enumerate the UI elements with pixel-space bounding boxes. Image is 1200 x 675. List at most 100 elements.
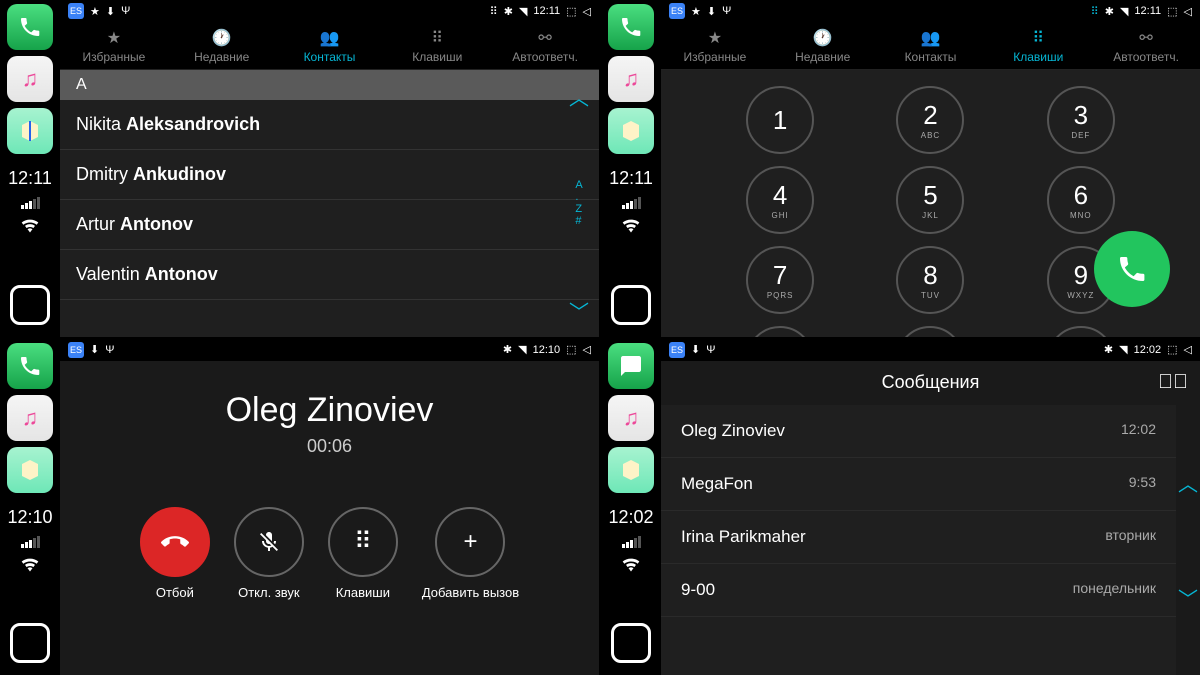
people-icon: 👥 — [921, 28, 941, 48]
music-app-icon[interactable]: ♫ — [7, 395, 53, 441]
sidebar-clock: 12:11 — [609, 168, 653, 189]
battery-icon: ⬚ — [1167, 5, 1177, 18]
maps-app-icon[interactable] — [7, 447, 53, 493]
tab-keypad[interactable]: ⠿Клавиши — [984, 22, 1092, 69]
usb-icon: ⬇ — [707, 5, 716, 18]
back-icon[interactable]: ◁ — [1184, 5, 1192, 18]
dial-key-*[interactable]: * — [746, 326, 814, 337]
sidebar-clock: 12:02 — [608, 507, 653, 528]
tab-voicemail[interactable]: ⚯Автоответч. — [1092, 22, 1200, 69]
alpha-index[interactable]: ︿ A.Z# ﹀ — [567, 70, 591, 337]
tab-keypad[interactable]: ⠿Клавиши — [383, 22, 491, 69]
home-button[interactable] — [10, 285, 50, 325]
dial-key-#[interactable]: # — [1047, 326, 1115, 337]
dial-key-0[interactable]: 0+ — [896, 326, 964, 337]
end-call-button[interactable] — [140, 507, 210, 577]
contact-row[interactable]: Nikita Aleksandrovich — [60, 100, 599, 150]
message-row[interactable]: MegaFon9:53 — [661, 458, 1176, 511]
dots-icon: ⠿ — [1091, 5, 1099, 18]
phone-app-icon[interactable] — [608, 4, 654, 50]
phone-tabs: ★Избранные 🕐Недавние 👥Контакты ⠿Клавиши … — [60, 22, 599, 70]
phone-app-icon[interactable] — [7, 343, 53, 389]
dial-key-8[interactable]: 8TUV — [896, 246, 964, 314]
tab-contacts[interactable]: 👥Контакты — [276, 22, 384, 69]
status-time: 12:02 — [1134, 344, 1162, 356]
wifi-icon: ◥ — [519, 5, 527, 18]
app-sidebar: ♫ 12:10 — [0, 339, 60, 675]
chevron-down-icon: ﹀ — [1178, 583, 1198, 612]
mute-button[interactable] — [234, 507, 304, 577]
dial-key-1[interactable]: 1 — [746, 86, 814, 154]
voicemail-icon: ⚯ — [1139, 28, 1152, 48]
tab-favorites[interactable]: ★Избранные — [661, 22, 769, 69]
message-row[interactable]: Irina Parikmaherвторник — [661, 511, 1176, 564]
screen-keypad: ♫ 12:11 ES★⬇Ψ ⠿✱◥12:11⬚◁ ★Избранные 🕐Нед… — [601, 0, 1200, 337]
main-area: ES⬇Ψ ✱◥12:10⬚◁ Oleg Zinoviev 00:06 Отбой… — [60, 339, 599, 675]
back-icon[interactable]: ◁ — [583, 5, 591, 18]
dialpad-area: 12ABC3DEF4GHI5JKL6MNO7PQRS8TUV9WXYZ*0+# — [661, 70, 1200, 337]
signal-icon — [21, 197, 40, 209]
battery-icon: ⬚ — [566, 343, 576, 356]
contact-row[interactable]: Dmitry Ankudinov — [60, 150, 599, 200]
message-list: Oleg Zinoviev12:02 MegaFon9:53 Irina Par… — [661, 405, 1176, 675]
dial-key-5[interactable]: 5JKL — [896, 166, 964, 234]
phone-app-icon[interactable] — [7, 4, 53, 50]
music-app-icon[interactable]: ♫ — [7, 56, 53, 102]
home-button[interactable] — [10, 623, 50, 663]
chevron-up-icon[interactable]: ︿ — [569, 82, 589, 111]
compose-icon[interactable]: ✎⃞ — [1158, 371, 1188, 394]
signal-icon — [622, 197, 641, 209]
bt-icon: ✱ — [504, 5, 513, 18]
back-icon[interactable]: ◁ — [583, 343, 591, 356]
maps-app-icon[interactable] — [608, 447, 654, 493]
status-bar: ES⬇Ψ ✱◥12:02⬚◁ — [661, 339, 1200, 361]
maps-app-icon[interactable] — [608, 108, 654, 154]
messages-header: Сообщения ✎⃞ — [661, 361, 1200, 405]
tab-contacts[interactable]: 👥Контакты — [877, 22, 985, 69]
app-sidebar: ♫ 12:02 — [601, 339, 661, 675]
wifi-icon — [621, 217, 641, 238]
music-app-icon[interactable]: ♫ — [608, 56, 654, 102]
es-icon: ES — [669, 342, 685, 358]
chevron-down-icon[interactable]: ﹀ — [569, 296, 589, 325]
maps-app-icon[interactable] — [7, 108, 53, 154]
phone-tabs: ★Избранные 🕐Недавние 👥Контакты ⠿Клавиши … — [661, 22, 1200, 70]
es-icon: ES — [68, 3, 84, 19]
dial-key-4[interactable]: 4GHI — [746, 166, 814, 234]
dial-key-3[interactable]: 3DEF — [1047, 86, 1115, 154]
bt-icon: ✱ — [1104, 343, 1113, 356]
bt-icon: ✱ — [1105, 5, 1114, 18]
screen-messages: ♫ 12:02 ES⬇Ψ ✱◥12:02⬚◁ Сообщения ✎⃞ Oleg… — [601, 339, 1200, 675]
add-call-button[interactable]: + — [435, 507, 505, 577]
contact-row[interactable]: Valentin Antonov — [60, 250, 599, 300]
messages-app-icon[interactable] — [608, 343, 654, 389]
tab-favorites[interactable]: ★Избранные — [60, 22, 168, 69]
usb-icon: ⬇ — [90, 343, 99, 356]
contact-list: A Nikita Aleksandrovich Dmitry Ankudinov… — [60, 70, 599, 337]
call-button[interactable] — [1094, 231, 1170, 307]
message-row[interactable]: Oleg Zinoviev12:02 — [661, 405, 1176, 458]
dial-key-2[interactable]: 2ABC — [896, 86, 964, 154]
star-icon: ★ — [90, 5, 100, 18]
home-button[interactable] — [611, 623, 651, 663]
home-button[interactable] — [611, 285, 651, 325]
star-icon: ★ — [708, 28, 722, 48]
star-icon: ★ — [691, 5, 701, 18]
keypad-button[interactable]: ⠿ — [328, 507, 398, 577]
people-icon: 👥 — [320, 28, 340, 48]
scroll-index[interactable]: ︿﹀ — [1176, 405, 1200, 675]
dial-key-6[interactable]: 6MNO — [1047, 166, 1115, 234]
tab-recent[interactable]: 🕐Недавние — [769, 22, 877, 69]
contact-row[interactable]: Artur Antonov — [60, 200, 599, 250]
usb-icon: ⬇ — [106, 5, 115, 18]
tab-recent[interactable]: 🕐Недавние — [168, 22, 276, 69]
tab-voicemail[interactable]: ⚯Автоответч. — [491, 22, 599, 69]
message-row[interactable]: 9-00понедельник — [661, 564, 1176, 617]
caller-name: Oleg Zinoviev — [226, 391, 434, 430]
back-icon[interactable]: ◁ — [1184, 343, 1192, 356]
wifi-icon — [20, 217, 40, 238]
status-bar: ES★⬇Ψ ⠿✱◥12:11⬚◁ — [60, 0, 599, 22]
music-app-icon[interactable]: ♫ — [608, 395, 654, 441]
bt-icon: ✱ — [503, 343, 512, 356]
dial-key-7[interactable]: 7PQRS — [746, 246, 814, 314]
